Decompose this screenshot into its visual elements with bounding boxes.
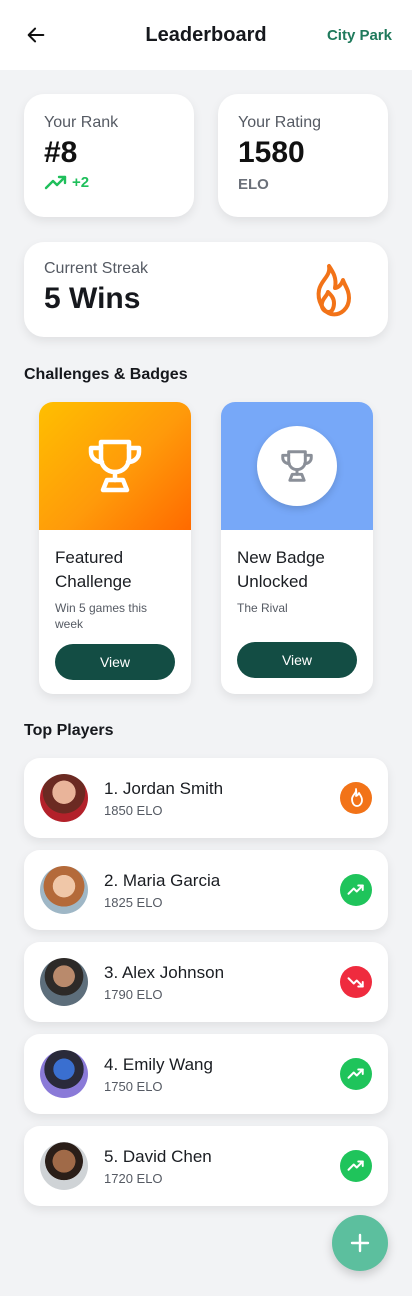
avatar [40, 866, 88, 914]
player-name: 3. Alex Johnson [104, 962, 225, 982]
trend-up-icon [44, 175, 67, 189]
back-button[interactable] [24, 23, 48, 47]
player-row-1[interactable]: 1. Jordan Smith 1850 ELO [24, 758, 388, 838]
fire-icon [316, 264, 351, 317]
rank-label: Your Rank [44, 114, 119, 131]
avatar [40, 774, 88, 822]
player-elo: 1750 ELO [104, 1078, 163, 1094]
trend-up-icon [340, 1058, 372, 1090]
player-name: 4. Emily Wang [104, 1054, 213, 1074]
avatar [40, 1142, 88, 1190]
featured-challenge-card[interactable]: Featured Challenge Win 5 games this week… [39, 402, 191, 694]
rank-card: Your Rank #8 +2 [24, 94, 194, 217]
challenge-title: Featured Challenge [55, 548, 132, 591]
badge-banner [221, 402, 373, 530]
player-row-5[interactable]: 5. David Chen 1720 ELO [24, 1126, 388, 1206]
arrow-left-icon [27, 27, 45, 43]
avatar [40, 958, 88, 1006]
player-row-4[interactable]: 4. Emily Wang 1750 ELO [24, 1034, 388, 1114]
trend-up-icon [340, 874, 372, 906]
player-row-2[interactable]: 2. Maria Garcia 1825 ELO [24, 850, 388, 930]
rating-unit: ELO [238, 176, 269, 193]
view-challenge-button[interactable]: View [55, 644, 175, 680]
player-name: 5. David Chen [104, 1146, 212, 1166]
challenge-banner [39, 402, 191, 530]
add-button[interactable] [332, 1215, 388, 1271]
player-elo: 1825 ELO [104, 894, 163, 910]
location-link[interactable]: City Park [327, 27, 392, 44]
player-name: 2. Maria Garcia [104, 870, 221, 890]
badge-subtitle: The Rival [237, 601, 288, 615]
player-elo: 1720 ELO [104, 1170, 163, 1186]
rank-value: #8 [44, 136, 78, 169]
streak-card: Current Streak 5 Wins [24, 242, 388, 337]
rating-value: 1580 [238, 136, 305, 169]
player-elo: 1790 ELO [104, 986, 163, 1002]
trophy-icon [88, 439, 142, 493]
badge-medallion [257, 426, 337, 506]
avatar [40, 1050, 88, 1098]
section-title-challenges: Challenges & Badges [24, 366, 188, 383]
player-name: 1. Jordan Smith [104, 778, 224, 798]
rank-delta: +2 [44, 174, 174, 191]
trend-down-icon [340, 966, 372, 998]
fire-icon [340, 782, 372, 814]
rating-card: Your Rating 1580 ELO [218, 94, 388, 217]
section-title-top-players: Top Players [24, 722, 114, 739]
rank-delta-value: +2 [72, 174, 90, 191]
view-badge-button[interactable]: View [237, 642, 357, 678]
top-app-bar: Leaderboard City Park [0, 0, 412, 70]
plus-icon [350, 1233, 370, 1253]
trend-up-icon [340, 1150, 372, 1182]
trophy-icon [281, 450, 313, 482]
new-badge-card[interactable]: New Badge Unlocked The Rival View [221, 402, 373, 694]
rating-label: Your Rating [238, 114, 322, 131]
challenge-subtitle: Win 5 games this week [55, 601, 148, 631]
badge-title: New Badge Unlocked [237, 548, 325, 591]
player-row-3[interactable]: 3. Alex Johnson 1790 ELO [24, 942, 388, 1022]
player-elo: 1850 ELO [104, 802, 163, 818]
